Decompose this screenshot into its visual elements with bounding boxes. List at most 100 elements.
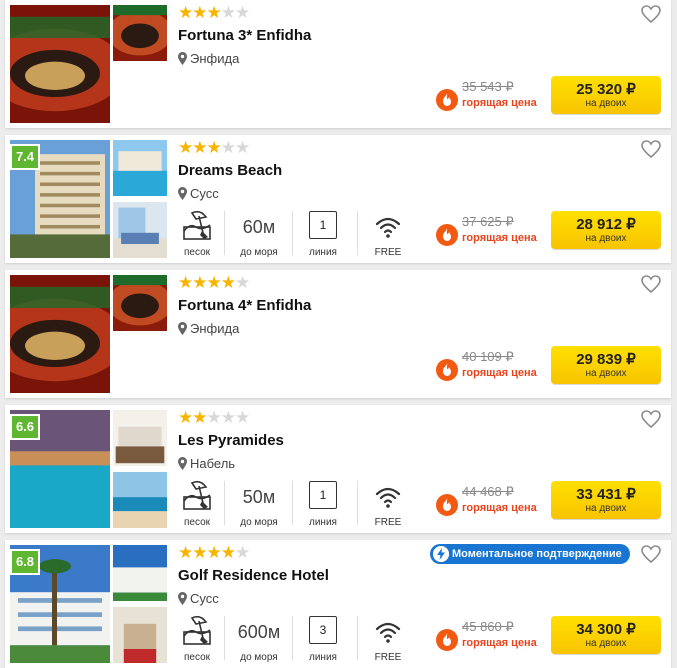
price-button[interactable]: 29 839 ₽ на двоих [551, 346, 661, 384]
sea-distance-feature: 50м до моря [227, 479, 291, 531]
price-subtitle: на двоих [585, 503, 627, 514]
hotel-main-photo[interactable] [10, 5, 110, 123]
hotel-name[interactable]: Golf Residence Hotel [178, 567, 329, 584]
flame-icon [436, 629, 458, 651]
hotel-thumb-photo[interactable] [113, 140, 167, 196]
price-value: 28 912 ₽ [576, 216, 636, 233]
heart-icon [641, 5, 661, 24]
beach-line-label: линия [309, 247, 337, 258]
hot-price-label: горящая цена [462, 367, 537, 379]
heart-icon [641, 410, 661, 429]
star-empty-icon: ★ [235, 543, 250, 562]
location-text: Сусс [190, 591, 219, 606]
divider [357, 211, 358, 255]
location-text: Энфида [190, 321, 240, 336]
hotel-location: Энфида [178, 51, 239, 66]
hotel-card[interactable]: ★★★★★ Fortuna 3* Enfidha Энфида 35 543 ₽ гор… [5, 0, 671, 128]
hotel-location: Сусс [178, 591, 219, 606]
hotel-name[interactable]: Fortuna 3* Enfidha [178, 27, 311, 44]
photo-image [113, 202, 167, 258]
hot-price-label: горящая цена [462, 232, 537, 244]
hotel-name[interactable]: Les Pyramides [178, 432, 284, 449]
star-empty-icon: ★ [220, 408, 236, 427]
beach-line-feature: 3 линия [295, 614, 351, 666]
star-empty-icon: ★ [206, 408, 222, 427]
beach-line-value: 1 [309, 481, 337, 509]
price-subtitle: на двоих [585, 368, 627, 379]
hotel-thumb-photo[interactable] [113, 545, 167, 601]
rating-badge: 7.4 [10, 144, 40, 170]
favorite-heart-icon[interactable] [641, 545, 661, 564]
favorite-heart-icon[interactable] [641, 140, 661, 159]
price-button[interactable]: 28 912 ₽ на двоих [551, 211, 661, 249]
hotel-thumb-photo[interactable] [113, 607, 167, 663]
photo-image [10, 275, 110, 393]
price-subtitle: на двоих [585, 638, 627, 649]
hotel-card[interactable]: ★★★★★ Fortuna 4* Enfidha Энфида 40 109 ₽ гор… [5, 270, 671, 398]
sea-distance-value: 600м [237, 622, 281, 642]
divider [224, 211, 225, 255]
divider [357, 616, 358, 660]
flame-icon [436, 494, 458, 516]
photo-image [113, 607, 167, 663]
beach-icon [183, 210, 211, 240]
location-text: Сусс [190, 186, 219, 201]
flame-icon [436, 494, 458, 516]
price-value: 25 320 ₽ [576, 81, 636, 98]
star-filled-icon: ★ [192, 138, 207, 157]
hot-price-label: горящая цена [462, 502, 537, 514]
sea-distance-feature: 60м до моря [227, 209, 291, 261]
wifi-label: FREE [374, 517, 402, 528]
divider [357, 481, 358, 525]
wifi-feature: FREE [363, 479, 413, 531]
hotel-name[interactable]: Fortuna 4* Enfidha [178, 297, 311, 314]
hotel-card[interactable]: 6.6 ★★★★★ Les Pyramides Набель песок 50м до мо… [5, 405, 671, 533]
instant-confirmation-label: Моментальное подтверждение [452, 548, 622, 560]
photo-image [113, 410, 167, 466]
star-rating: ★★★★★ [178, 3, 250, 22]
old-price: 44 468 ₽ [462, 484, 514, 499]
rating-badge: 6.6 [10, 414, 40, 440]
hotel-location: Энфида [178, 321, 239, 336]
location-pin-icon [178, 457, 187, 470]
heart-icon [641, 140, 661, 159]
star-filled-icon: ★ [206, 543, 222, 562]
favorite-heart-icon[interactable] [641, 410, 661, 429]
star-empty-icon: ★ [220, 3, 236, 22]
photo-image [10, 5, 110, 123]
star-empty-icon: ★ [235, 408, 250, 427]
rating-badge: 6.8 [10, 549, 40, 575]
hotel-name[interactable]: Dreams Beach [178, 162, 282, 179]
hotel-thumb-photo[interactable] [113, 275, 167, 331]
price-button[interactable]: 25 320 ₽ на двоих [551, 76, 661, 114]
favorite-heart-icon[interactable] [641, 5, 661, 24]
beach-line-value: 3 [309, 616, 337, 644]
favorite-heart-icon[interactable] [641, 275, 661, 294]
star-filled-icon: ★ [220, 543, 236, 562]
wifi-icon [375, 217, 401, 238]
flame-icon [436, 224, 458, 246]
hotel-main-photo[interactable] [10, 275, 110, 393]
old-price: 35 543 ₽ [462, 79, 514, 94]
hotel-card[interactable]: 7.4 ★★★★★ Dreams Beach Сусс песок 60м до моря 1… [5, 135, 671, 263]
flame-icon [436, 629, 458, 651]
old-price: 37 625 ₽ [462, 214, 514, 229]
wifi-label: FREE [374, 652, 402, 663]
hotel-thumb-photo[interactable] [113, 472, 167, 528]
location-pin-icon [178, 52, 187, 65]
wifi-feature: FREE [363, 209, 413, 261]
star-filled-icon: ★ [206, 273, 222, 292]
price-button[interactable]: 34 300 ₽ на двоих [551, 616, 661, 654]
sea-distance-label: до моря [240, 652, 278, 663]
hotel-thumb-photo[interactable] [113, 410, 167, 466]
price-button[interactable]: 33 431 ₽ на двоих [551, 481, 661, 519]
hotel-card[interactable]: 6.8 ★★★★★ Golf Residence Hotel Сусс Моментал… [5, 540, 671, 668]
divider [292, 481, 293, 525]
sea-distance-label: до моря [240, 247, 278, 258]
location-pin-icon [178, 187, 187, 200]
hotel-thumb-photo[interactable] [113, 202, 167, 258]
heart-icon [641, 545, 661, 564]
hot-price-label: горящая цена [462, 637, 537, 649]
hotel-thumb-photo[interactable] [113, 5, 167, 61]
photo-image [113, 472, 167, 528]
